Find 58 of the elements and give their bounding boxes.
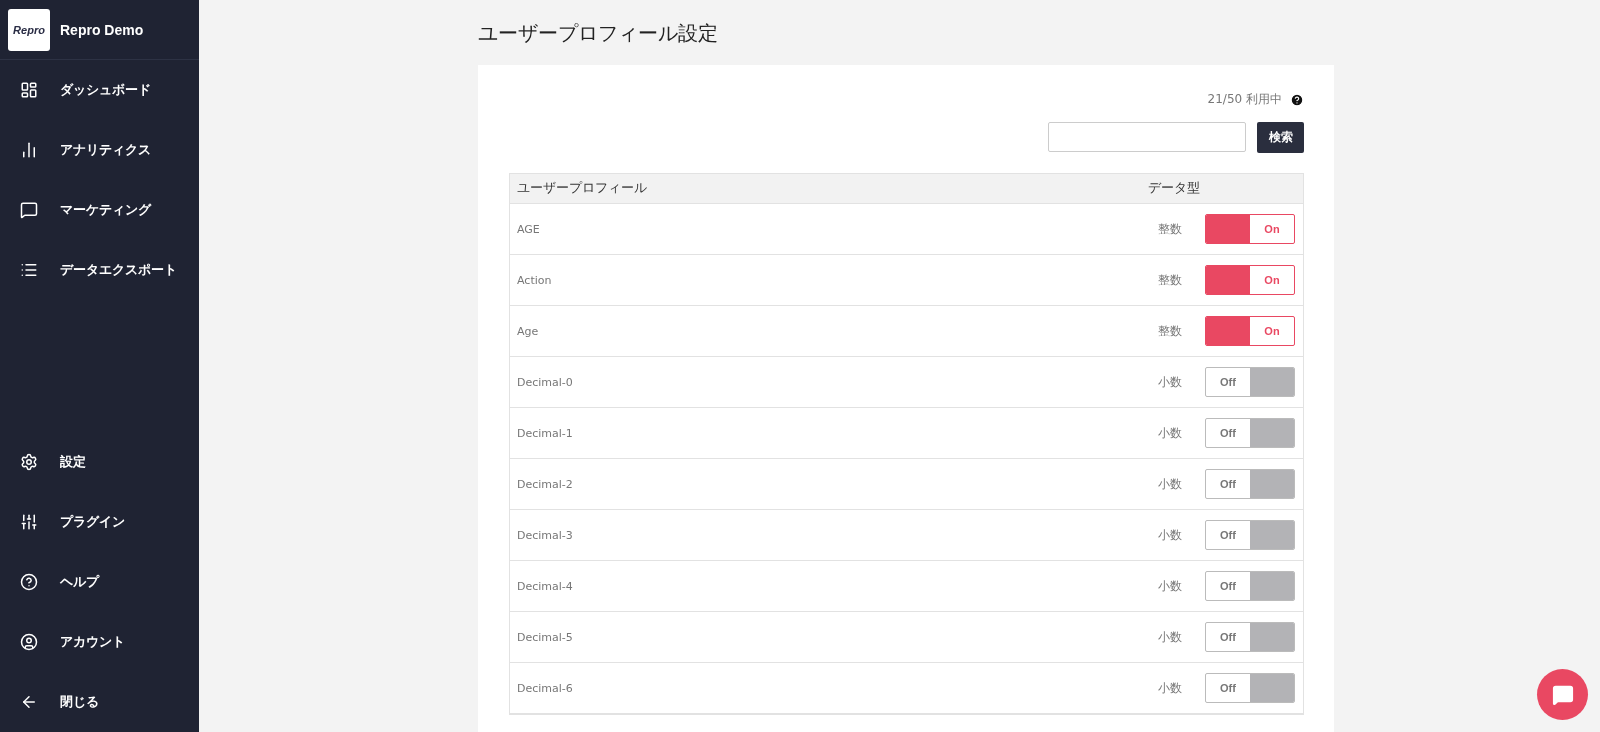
settings-icon [20,453,38,471]
toggle-switch[interactable]: Off [1205,469,1295,499]
column-header: データ型 [1148,180,1200,197]
help-icon [20,573,38,591]
data-type: 小数 [1158,577,1182,595]
data-type: 小数 [1158,475,1182,493]
data-type: 小数 [1158,679,1182,697]
profile-name: Decimal-1 [517,426,574,440]
profile-name: Decimal-6 [517,681,574,695]
data-type: 整数 [1158,322,1182,340]
column-header: ユーザープロフィール [517,180,648,197]
data-type: 小数 [1158,424,1182,442]
profile-name: Decimal-4 [517,579,574,593]
toggle-switch[interactable]: Off [1205,571,1295,601]
profile-name: Age [517,324,540,338]
profile-name: Decimal-2 [517,477,574,491]
toggle-switch[interactable]: Off [1205,673,1295,703]
toggle-switch[interactable]: Off [1205,367,1295,397]
toggle-switch[interactable]: On [1205,265,1295,295]
account-icon [20,633,38,651]
brand-name: Repro Demo [60,21,144,38]
data-type: 小数 [1158,628,1182,646]
toggle-switch[interactable]: Off [1205,622,1295,652]
page-title: ユーザープロフィール設定 [478,20,719,47]
usage-count: 21/50 利用中 [1207,91,1282,108]
data-type: 小数 [1158,373,1182,391]
sidebar-item[interactable]: プラグイン [0,492,199,552]
sidebar-item[interactable]: ヘルプ [0,552,199,612]
data-type: 整数 [1158,220,1182,238]
sidebar-item[interactable]: マーケティング [0,180,199,240]
search-button[interactable]: 検索 [1257,122,1304,153]
data-type: 小数 [1158,526,1182,544]
chat-button[interactable] [1537,669,1588,720]
sidebar-item[interactable]: アナリティクス [0,120,199,180]
chat-icon [1551,683,1574,706]
sidebar-item[interactable]: ダッシュボード [0,60,199,120]
toggle-switch[interactable]: On [1205,316,1295,346]
profile-name: Decimal-3 [517,528,574,542]
sidebar-item[interactable]: データエクスポート [0,240,199,300]
bar-chart-icon [20,141,38,159]
data-type: 整数 [1158,271,1182,289]
profile-name: AGE [517,222,541,236]
profile-name: Decimal-5 [517,630,574,644]
sliders-icon [20,513,38,531]
toggle-switch[interactable]: Off [1205,520,1295,550]
list-icon [20,261,38,279]
sidebar-item[interactable]: アカウント [0,612,199,672]
profile-name: Decimal-0 [517,375,574,389]
help-icon[interactable] [1290,92,1304,107]
sidebar-item[interactable]: 閉じる [0,672,199,732]
toggle-switch[interactable]: On [1205,214,1295,244]
brand-logo: Repro [8,8,50,51]
dashboard-icon [20,81,38,99]
sidebar-item[interactable]: 設定 [0,432,199,492]
search-field[interactable] [1048,122,1246,152]
message-icon [20,201,38,219]
toggle-switch[interactable]: Off [1205,418,1295,448]
profile-name: Action [517,273,553,287]
